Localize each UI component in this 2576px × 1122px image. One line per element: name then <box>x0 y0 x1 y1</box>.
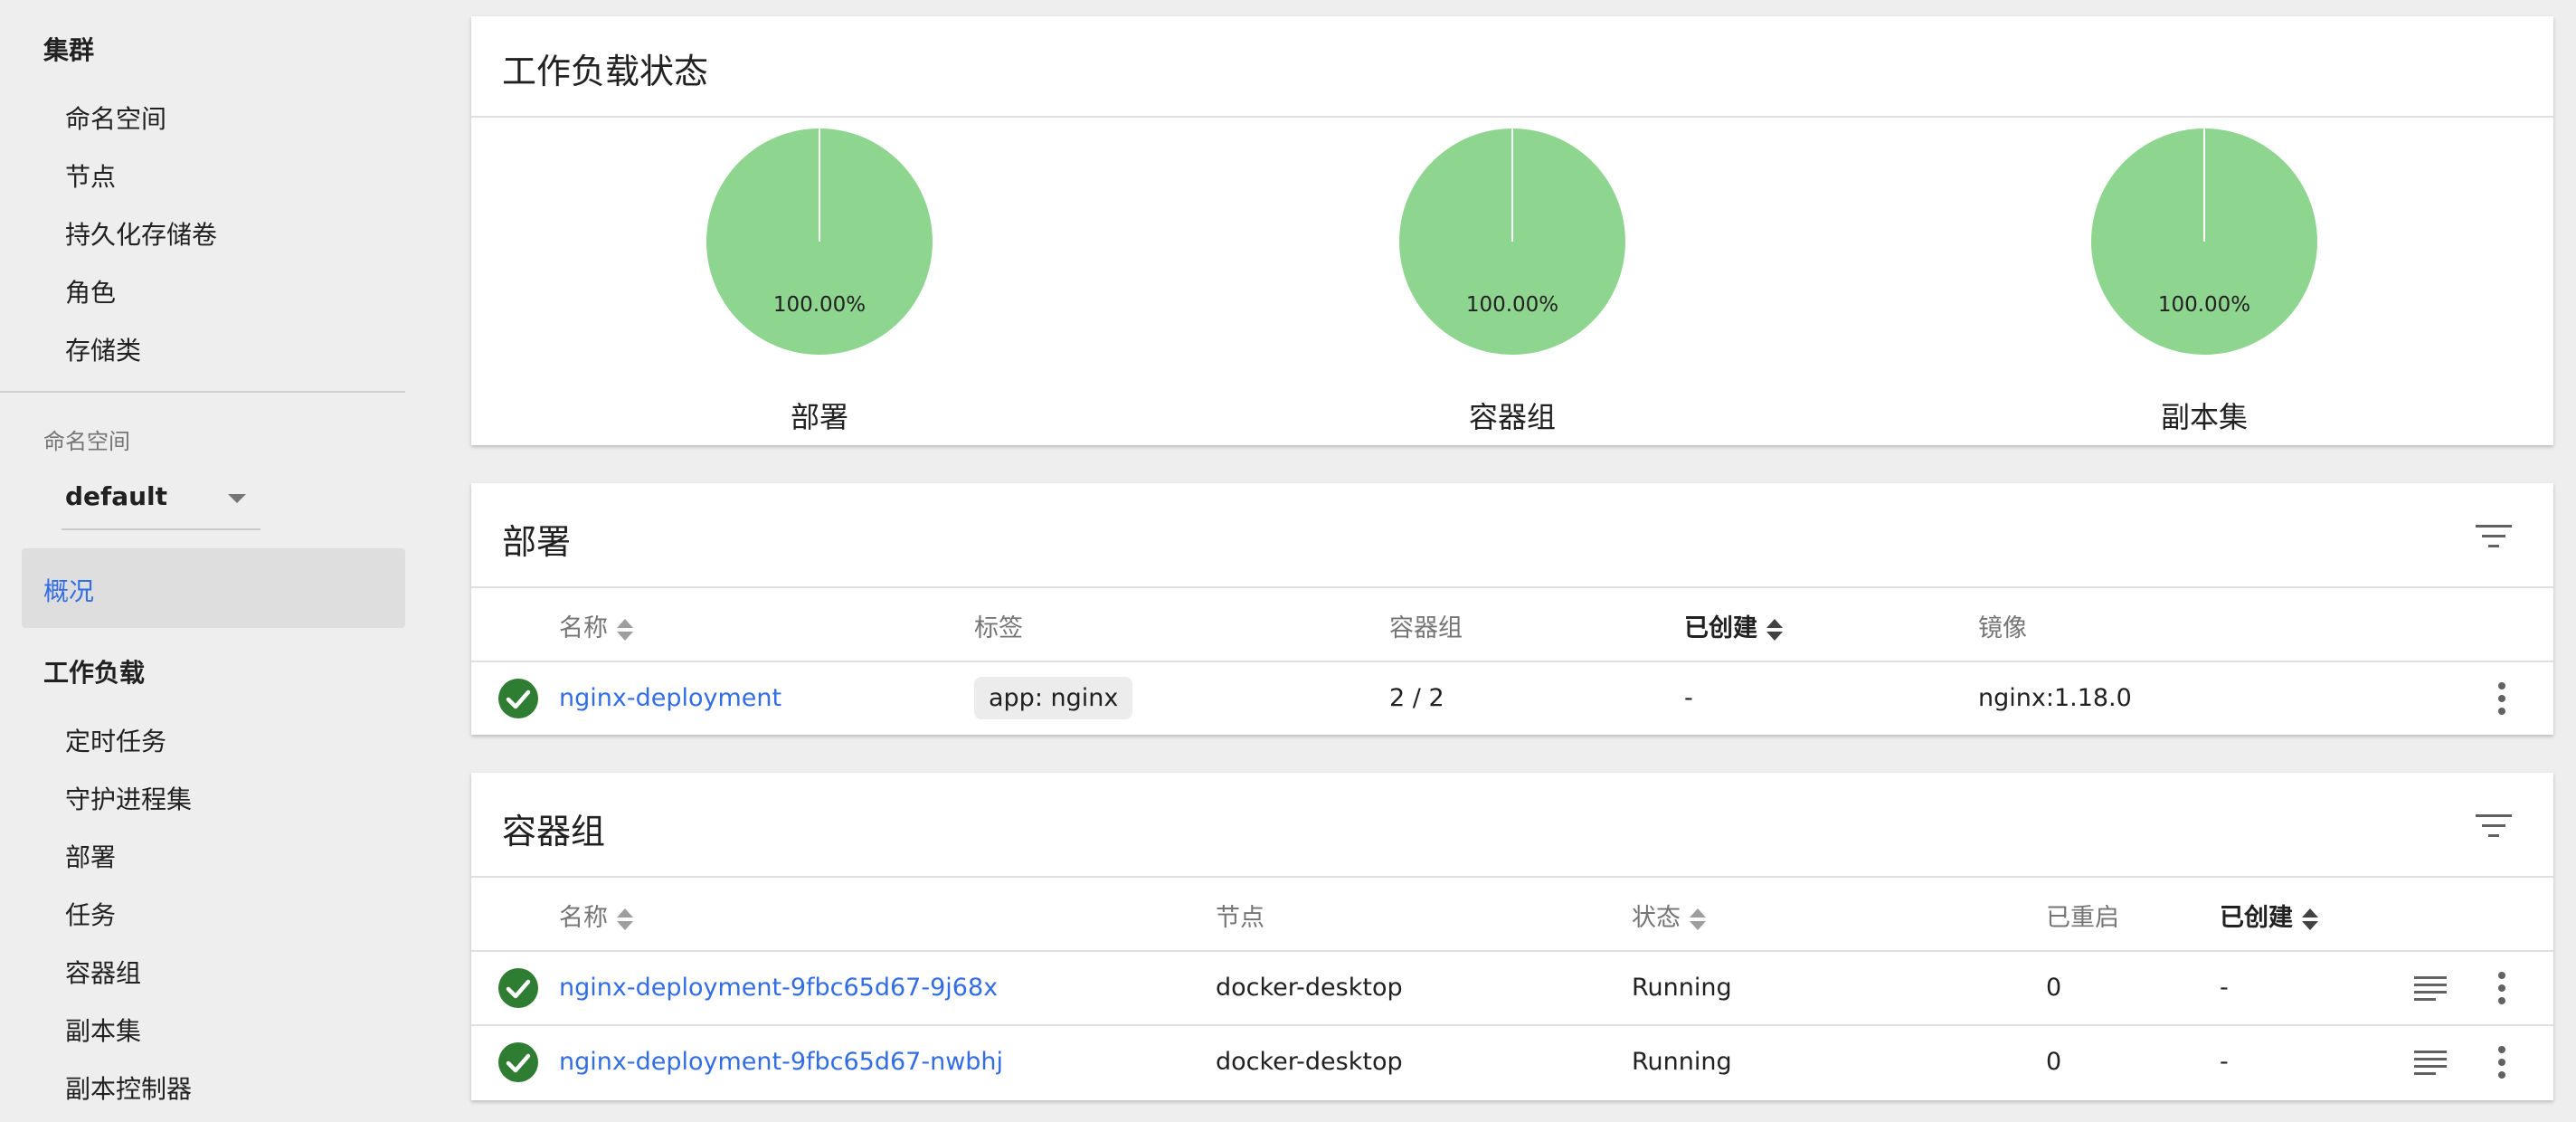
column-header-node: 节点 <box>1216 904 1264 932</box>
card-divider <box>471 586 2553 588</box>
pie-percent-label: 100.00% <box>1465 293 1559 317</box>
pod-name-link[interactable]: nginx-deployment-9fbc65d67-nwbhj <box>559 1048 1003 1076</box>
nav-item-daemon-sets[interactable]: 守护进程集 <box>65 780 192 816</box>
nav-item-overview[interactable]: 概况 <box>22 548 405 628</box>
workload-status-card: 工作负载状态 100.00% 部署 100.00% 容器组 100.00% 副本… <box>471 16 2553 445</box>
logs-icon[interactable] <box>2414 1050 2447 1077</box>
restarts-value: 0 <box>2046 1048 2062 1076</box>
deployment-name-link[interactable]: nginx-deployment <box>559 684 781 712</box>
sidebar: 集群 命名空间 节点 持久化存储卷 角色 存储类 命名空间 default 概况… <box>0 0 405 1122</box>
pie-chart-pods: 100.00% 容器组 <box>1331 16 1693 447</box>
column-header-name[interactable]: 名称 <box>559 608 633 643</box>
sort-icon <box>1766 617 1783 642</box>
row-divider <box>471 661 2553 662</box>
pod-name-link[interactable]: nginx-deployment-9fbc65d67-9j68x <box>559 974 998 1002</box>
status-value: Running <box>1632 974 1732 1002</box>
card-divider <box>471 876 2553 878</box>
restarts-value: 0 <box>2046 974 2062 1002</box>
check-circle-icon <box>498 679 538 718</box>
nav-item-replication-controllers[interactable]: 副本控制器 <box>65 1070 192 1106</box>
filter-icon[interactable] <box>2476 523 2512 550</box>
more-vert-icon[interactable] <box>2497 1046 2506 1079</box>
namespace-caption: 命名空间 <box>43 429 130 454</box>
nav-item-replica-sets[interactable]: 副本集 <box>65 1012 141 1048</box>
nav-item-jobs[interactable]: 任务 <box>65 896 116 932</box>
check-circle-icon <box>498 1042 538 1082</box>
nav-item-persistent-volumes[interactable]: 持久化存储卷 <box>65 215 217 252</box>
nav-item-overview-label: 概况 <box>43 576 95 606</box>
nav-item-roles[interactable]: 角色 <box>65 273 116 309</box>
pie-graphic <box>2091 128 2317 355</box>
image-value: nginx:1.18.0 <box>1978 684 2132 712</box>
nav-item-deployments[interactable]: 部署 <box>65 838 116 874</box>
column-header-pods: 容器组 <box>1389 614 1463 642</box>
pie-graphic <box>706 128 933 355</box>
row-divider <box>471 950 2553 952</box>
filter-icon[interactable] <box>2476 813 2512 840</box>
card-title: 容器组 <box>502 812 606 851</box>
pie-chart-deployments: 100.00% 部署 <box>639 16 1000 447</box>
sort-icon <box>2302 907 2318 932</box>
column-header-restarts: 已重启 <box>2046 904 2119 932</box>
logs-icon[interactable] <box>2414 975 2447 1003</box>
status-value: Running <box>1632 1048 1732 1076</box>
more-vert-icon[interactable] <box>2497 972 2506 1004</box>
column-header-labels: 标签 <box>974 614 1023 642</box>
created-value: - <box>2220 1048 2229 1076</box>
sidebar-divider <box>0 391 405 393</box>
sort-icon <box>617 907 633 932</box>
pie-title: 部署 <box>790 400 848 434</box>
column-header-images: 镜像 <box>1978 614 2027 642</box>
column-header-status[interactable]: 状态 <box>1632 898 1706 933</box>
deployments-card: 部署 名称 标签 容器组 已创建 镜像 nginx-deployment app… <box>471 483 2553 735</box>
nav-item-storage-classes[interactable]: 存储类 <box>65 331 141 367</box>
row-divider <box>471 1024 2553 1026</box>
created-value: - <box>2220 974 2229 1002</box>
pie-percent-label: 100.00% <box>772 293 867 317</box>
column-header-created[interactable]: 已创建 <box>2220 898 2318 933</box>
check-circle-icon <box>498 968 538 1008</box>
nav-item-cron-jobs[interactable]: 定时任务 <box>65 722 166 758</box>
pie-chart-replica-sets: 100.00% 副本集 <box>2023 16 2385 447</box>
nav-heading-workloads[interactable]: 工作负载 <box>43 653 145 689</box>
pods-count: 2 / 2 <box>1389 684 1444 712</box>
sort-icon <box>1690 907 1706 932</box>
card-title: 部署 <box>502 522 572 562</box>
more-vert-icon[interactable] <box>2497 682 2506 715</box>
column-header-name[interactable]: 名称 <box>559 898 633 933</box>
pie-percent-label: 100.00% <box>2157 293 2251 317</box>
node-value: docker-desktop <box>1216 974 1403 1002</box>
pie-title: 副本集 <box>2160 400 2248 434</box>
chevron-down-icon <box>228 494 246 503</box>
created-value: - <box>1684 684 1693 712</box>
nav-item-nodes[interactable]: 节点 <box>65 157 116 194</box>
namespace-select[interactable]: default <box>62 471 260 530</box>
pie-graphic <box>1399 128 1625 355</box>
node-value: docker-desktop <box>1216 1048 1403 1076</box>
namespace-value: default <box>65 481 168 511</box>
nav-item-pods[interactable]: 容器组 <box>65 954 141 990</box>
column-header-created[interactable]: 已创建 <box>1684 608 1783 643</box>
nav-heading-cluster[interactable]: 集群 <box>43 31 94 67</box>
label-chip: app: nginx <box>974 677 1133 719</box>
sort-icon <box>617 617 633 642</box>
pie-title: 容器组 <box>1468 400 1556 434</box>
nav-item-namespaces[interactable]: 命名空间 <box>65 100 166 136</box>
pods-card: 容器组 名称 节点 状态 已重启 已创建 nginx-deployment-9f… <box>471 773 2553 1100</box>
